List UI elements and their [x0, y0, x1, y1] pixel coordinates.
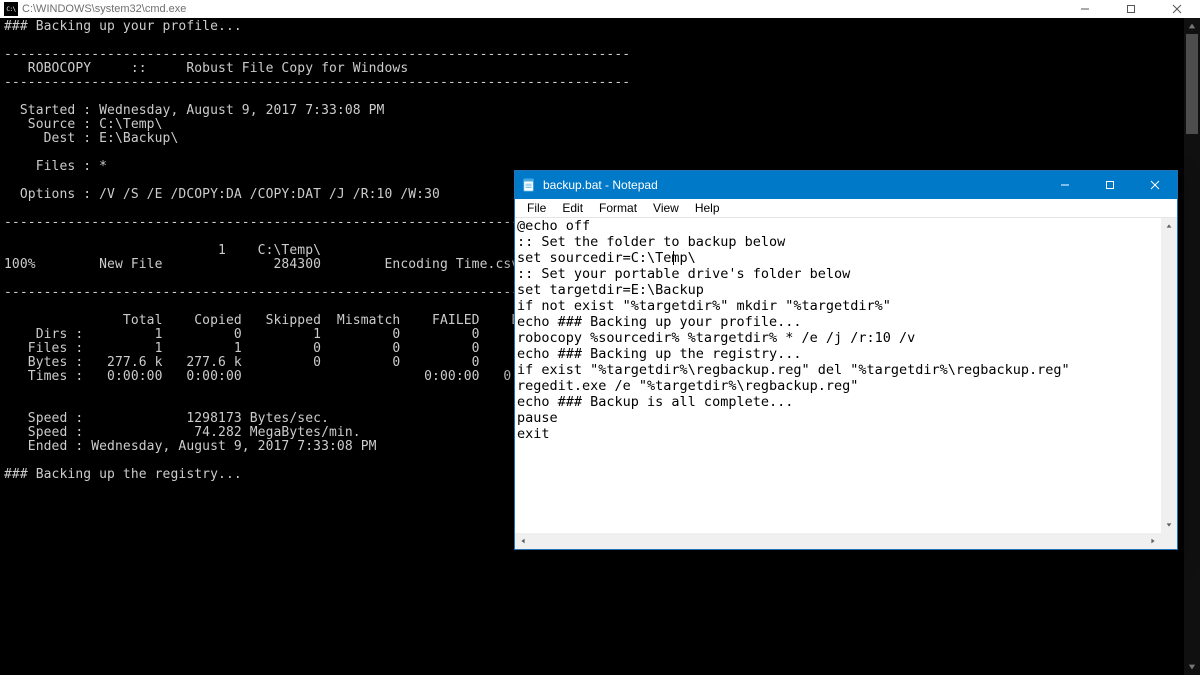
close-button[interactable]: [1154, 0, 1200, 18]
scroll-up-icon[interactable]: [1184, 18, 1200, 34]
cmd-titlebar[interactable]: C:\WINDOWS\system32\cmd.exe: [0, 0, 1200, 18]
menu-help[interactable]: Help: [687, 201, 728, 215]
notepad-scrollbar-horizontal[interactable]: [515, 533, 1161, 549]
scroll-up-icon[interactable]: [1161, 218, 1177, 234]
notepad-content[interactable]: @echo off :: Set the folder to backup be…: [517, 218, 1070, 442]
maximize-button[interactable]: [1108, 0, 1154, 18]
scroll-thumb[interactable]: [1186, 34, 1198, 134]
menu-format[interactable]: Format: [591, 201, 645, 215]
close-button[interactable]: [1132, 171, 1177, 199]
minimize-button[interactable]: [1042, 171, 1087, 199]
notepad-icon: [521, 177, 537, 193]
notepad-title: backup.bat - Notepad: [543, 178, 1042, 192]
cmd-icon: [4, 2, 18, 16]
notepad-menubar: File Edit Format View Help: [515, 199, 1177, 218]
notepad-window: backup.bat - Notepad File Edit Format Vi…: [514, 170, 1178, 550]
menu-file[interactable]: File: [519, 201, 554, 215]
notepad-titlebar[interactable]: backup.bat - Notepad: [515, 171, 1177, 199]
text-cursor: [673, 251, 674, 265]
scroll-down-icon[interactable]: [1161, 517, 1177, 533]
maximize-button[interactable]: [1087, 171, 1132, 199]
minimize-button[interactable]: [1062, 0, 1108, 18]
scroll-corner: [1161, 533, 1177, 549]
scroll-right-icon[interactable]: [1145, 533, 1161, 549]
menu-view[interactable]: View: [645, 201, 687, 215]
menu-edit[interactable]: Edit: [554, 201, 591, 215]
notepad-scrollbar-vertical[interactable]: [1161, 218, 1177, 533]
cmd-title: C:\WINDOWS\system32\cmd.exe: [22, 3, 1062, 15]
scroll-left-icon[interactable]: [515, 533, 531, 549]
cmd-scrollbar[interactable]: [1184, 18, 1200, 675]
notepad-body[interactable]: @echo off :: Set the folder to backup be…: [515, 218, 1177, 549]
scroll-down-icon[interactable]: [1184, 659, 1200, 675]
